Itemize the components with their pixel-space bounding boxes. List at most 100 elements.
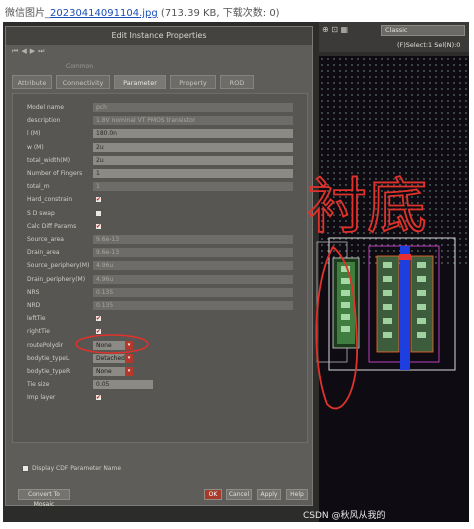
param-value-field[interactable]: 2u: [93, 155, 293, 165]
param-label: Drain_area: [27, 249, 60, 257]
tab-parameter[interactable]: Parameter: [114, 75, 166, 89]
param-label: Calc Diff Params: [27, 222, 77, 230]
tab-connectivity[interactable]: Connectivity: [56, 75, 110, 89]
caption-prefix: 微信图片_: [5, 8, 50, 19]
param-row: NRD 0.135: [13, 300, 307, 311]
param-checkbox[interactable]: [95, 209, 102, 217]
dropdown-value: None: [96, 368, 112, 375]
param-value-field[interactable]: 0.135: [93, 301, 293, 310]
param-dropdown[interactable]: None ▾: [93, 367, 133, 376]
display-cdf-row[interactable]: Display CDF Parameter Name: [22, 465, 121, 472]
param-label: Source_periphery(M): [27, 262, 90, 270]
param-label: bodytie_typeR: [27, 368, 71, 375]
selection-status: (F)Select:1 Sel(N):0: [397, 41, 461, 49]
param-row: Tie size 0.05: [13, 379, 307, 390]
handwritten-annotation: 衬底: [306, 171, 428, 243]
param-value-field[interactable]: 1: [93, 169, 293, 178]
edit-instance-properties-dialog: Edit Instance Properties ⏮ ◀ ▶ ⏭ Common Att…: [5, 26, 313, 508]
view-mode-select[interactable]: Classic: [381, 25, 465, 36]
param-row: Model name pch: [13, 102, 307, 113]
param-row: total_m 1: [13, 181, 307, 192]
param-label: routePolydir: [27, 341, 64, 349]
param-label: NRS: [27, 288, 40, 296]
first-icon[interactable]: ⏮: [12, 47, 18, 55]
param-value-field[interactable]: 0.05: [93, 380, 153, 390]
param-value-field[interactable]: 1.8V nominal VT PMOS transistor: [93, 116, 293, 126]
dialog-title: Edit Instance Properties: [6, 27, 312, 45]
param-label: description: [27, 117, 61, 125]
param-value-field[interactable]: 4.96u: [93, 274, 293, 284]
param-row: routePolydir None ▾: [13, 340, 307, 351]
param-label: l (M): [27, 130, 41, 138]
param-checkbox[interactable]: ✔: [95, 315, 102, 323]
grid-icon[interactable]: ▦: [341, 25, 349, 34]
param-value-field[interactable]: 9.6e-13: [93, 235, 293, 244]
param-label: bodytie_typeL: [27, 354, 70, 362]
param-label: total_width(M): [27, 156, 71, 164]
param-row: Source_periphery(M) 4.96u: [13, 260, 307, 271]
param-label: total_m: [27, 183, 50, 191]
tab-bar: Attribute Connectivity Parameter Property RO…: [12, 75, 302, 89]
param-value-field[interactable]: 0.135: [93, 287, 293, 297]
tab-property[interactable]: Property: [170, 75, 216, 89]
param-value-field[interactable]: 9.6e-13: [93, 248, 293, 258]
annotation-circle-detached: [75, 334, 149, 354]
dialog-toolbar: ⏮ ◀ ▶ ⏭: [12, 47, 47, 59]
layout-toolbar-icons: ⊕ ⊡ ▦: [322, 25, 348, 34]
tab-attribute[interactable]: Attribute: [12, 75, 52, 89]
param-label: Hard_constrain: [27, 196, 73, 204]
next-icon[interactable]: ▶: [30, 47, 35, 55]
param-row: bodytie_typeR None ▾: [13, 366, 307, 377]
param-checkbox[interactable]: ✔: [95, 196, 102, 204]
param-row: bodytie_typeL Detached ▾: [13, 353, 307, 364]
ok-button[interactable]: OK: [204, 489, 222, 500]
param-label: rightTie: [27, 328, 50, 336]
param-value-field[interactable]: 4.96u: [93, 261, 293, 271]
param-label: Drain_periphery(M): [27, 275, 86, 283]
fit-icon[interactable]: ⊡: [331, 25, 338, 34]
param-row: Hard_constrain ✔: [13, 194, 307, 205]
watermark: CSDN @秋风从我的: [303, 511, 386, 521]
param-row: Number of Fingers 1: [13, 168, 307, 179]
param-row: w (M) 2u: [13, 142, 307, 153]
param-checkbox[interactable]: ✔: [95, 394, 102, 402]
param-label: Tie size: [27, 381, 50, 389]
convert-to-mosaic-button[interactable]: Convert To Mosaic: [18, 489, 70, 508]
param-row: Imp layer ✔: [13, 392, 307, 403]
tab-rod[interactable]: ROD: [220, 75, 254, 89]
param-row: rightTie ✔: [13, 326, 307, 337]
photographed-screen: Edit Instance Properties ⏮ ◀ ▶ ⏭ Common Att…: [3, 22, 469, 522]
param-label: S D swap: [27, 209, 55, 217]
param-row: S D swap: [13, 208, 307, 219]
param-value-field[interactable]: pch: [93, 103, 293, 112]
param-value-field[interactable]: 180.0n: [93, 129, 293, 139]
param-row: Source_area 9.6e-13: [13, 234, 307, 245]
image-filename-link[interactable]: 20230414091104.jpg: [50, 8, 158, 19]
param-label: Imp layer: [27, 394, 56, 402]
param-value-field[interactable]: 2u: [93, 142, 293, 152]
image-caption: 微信图片_20230414091104.jpg (713.39 KB, 下载次数…: [5, 4, 280, 19]
zoom-icon[interactable]: ⊕: [322, 25, 329, 34]
display-cdf-checkbox[interactable]: [22, 465, 29, 472]
param-label: leftTie: [27, 315, 46, 323]
param-row: leftTie ✔: [13, 313, 307, 324]
param-row: l (M) 180.0n: [13, 128, 307, 139]
param-label: Model name: [27, 104, 64, 111]
param-row: description 1.8V nominal VT PMOS transist…: [13, 115, 307, 126]
param-row: NRS 0.135: [13, 287, 307, 298]
prev-icon[interactable]: ◀: [21, 47, 26, 55]
apply-button[interactable]: Apply: [257, 489, 281, 500]
cancel-button[interactable]: Cancel: [226, 489, 252, 500]
param-row: Drain_area 9.6e-13: [13, 247, 307, 258]
last-icon[interactable]: ⏭: [38, 47, 44, 55]
param-checkbox[interactable]: ✔: [95, 222, 102, 230]
param-label: w (M): [27, 143, 44, 151]
param-row: Calc Diff Params ✔: [13, 221, 307, 232]
display-cdf-label: Display CDF Parameter Name: [32, 465, 122, 472]
param-label: NRD: [27, 302, 41, 309]
param-label: Source_area: [27, 236, 64, 243]
chevron-down-icon[interactable]: ▾: [125, 367, 133, 376]
param-value-field[interactable]: 1: [93, 182, 293, 192]
param-row: total_width(M) 2u: [13, 155, 307, 166]
help-button[interactable]: Help: [286, 489, 308, 500]
